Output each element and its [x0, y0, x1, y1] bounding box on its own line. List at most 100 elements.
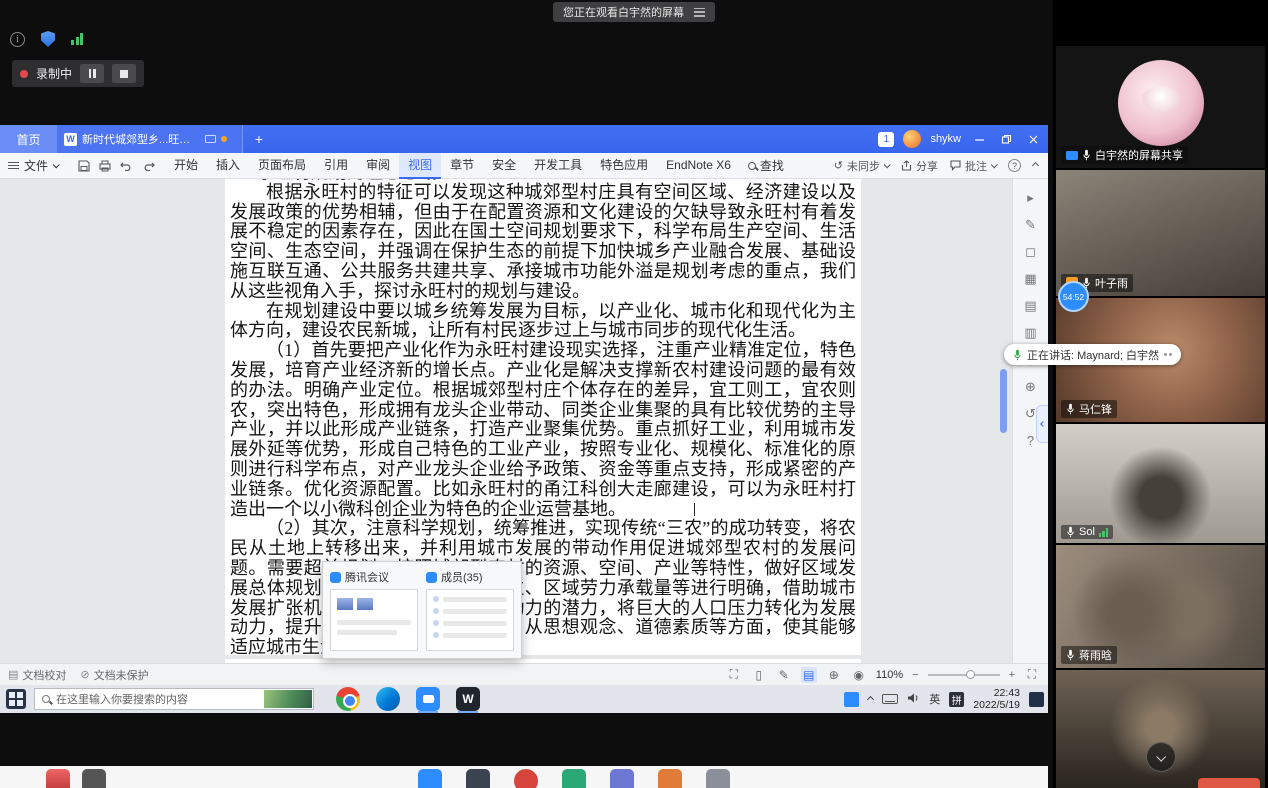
meeting-preview-thumbnail[interactable]: [330, 589, 418, 651]
help-button[interactable]: ?: [1008, 159, 1021, 172]
ribbon-tab-section[interactable]: 章节: [441, 153, 483, 179]
zoom-out-button[interactable]: −: [912, 669, 918, 681]
collapse-ribbon-icon[interactable]: [1032, 162, 1039, 169]
eye-protect-icon[interactable]: ◉: [851, 667, 867, 683]
collapse-videos-button[interactable]: [1146, 742, 1176, 772]
protect-status[interactable]: ⊘文档未保护: [80, 667, 148, 683]
toolbar-share-icon[interactable]: [562, 769, 586, 788]
sync-button[interactable]: ↺ 未同步: [834, 158, 889, 174]
wps-titlebar-right: 1 shykw: [878, 130, 1048, 148]
document-page[interactable]: 4.1 永旺村规划的理念思路 根据永旺村的特征可以发现这种城郊型村庄具有空间区域…: [225, 179, 861, 655]
banner-menu-icon[interactable]: [694, 8, 705, 17]
notification-icon[interactable]: [1029, 692, 1044, 707]
members-preview-thumbnail[interactable]: [426, 589, 514, 651]
toolbar-settings-icon[interactable]: [706, 769, 730, 788]
table-tool-icon[interactable]: ▤: [1024, 299, 1036, 313]
volume-icon[interactable]: [907, 692, 920, 707]
account-name[interactable]: shykw: [930, 133, 961, 145]
ribbon-tab-endnote[interactable]: EndNote X6: [657, 153, 740, 179]
pen-tool-icon[interactable]: ✎: [1025, 218, 1036, 232]
meeting-app-icon[interactable]: [416, 687, 440, 711]
meeting-info-icon[interactable]: i: [10, 32, 25, 47]
taskbar-search[interactable]: 在这里输入你要搜索的内容: [34, 688, 314, 710]
taskbar-clock[interactable]: 22:43 2022/5/19: [973, 687, 1020, 711]
insert-tool-icon[interactable]: ⊕: [1025, 380, 1036, 394]
ribbon-tab-security[interactable]: 安全: [483, 153, 525, 179]
video-feed-participant[interactable]: Sol: [1056, 424, 1265, 543]
wps-app-icon[interactable]: W: [456, 687, 480, 711]
page-view-icon[interactable]: ▤: [801, 667, 817, 683]
preview-meeting-window[interactable]: 腾讯会议: [330, 569, 418, 651]
wps-close-icon[interactable]: [1024, 130, 1042, 148]
read-layout-icon[interactable]: ▯: [751, 667, 767, 683]
tray-app-icon[interactable]: [844, 692, 859, 707]
toolbar-record-icon[interactable]: [514, 769, 538, 788]
end-meeting-button[interactable]: [1198, 778, 1260, 788]
account-avatar[interactable]: [903, 130, 921, 148]
zoom-slider-knob[interactable]: [966, 670, 975, 679]
security-shield-icon[interactable]: [41, 31, 55, 47]
toolbar-camera-icon[interactable]: [466, 769, 490, 788]
scrollbar-thumb[interactable]: [1000, 369, 1007, 433]
wps-minimize-icon[interactable]: [970, 130, 988, 148]
ribbon-tab-pagelayout[interactable]: 页面布局: [249, 153, 315, 179]
ink-view-icon[interactable]: ✎: [776, 667, 792, 683]
toolbar-tool-icon[interactable]: [82, 769, 106, 788]
fit-window-icon[interactable]: ⛶: [1024, 667, 1040, 683]
chrome-icon[interactable]: [336, 687, 360, 711]
stop-recording-button[interactable]: [112, 64, 136, 83]
zoom-value[interactable]: 110%: [876, 669, 903, 681]
wps-restore-icon[interactable]: [997, 130, 1015, 148]
web-view-icon[interactable]: ⊕: [826, 667, 842, 683]
keyboard-icon[interactable]: [882, 694, 898, 704]
toolbar-chat-icon[interactable]: [658, 769, 682, 788]
chart-tool-icon[interactable]: ▥: [1024, 326, 1036, 340]
preview-members-window[interactable]: 成员(35): [426, 569, 514, 651]
video-feed-participant[interactable]: 蒋雨晗: [1056, 545, 1265, 668]
video-feed-participant[interactable]: 叶子雨: [1056, 170, 1265, 296]
ribbon-tab-references[interactable]: 引用: [315, 153, 357, 179]
shape-tool-icon[interactable]: ◻: [1025, 245, 1036, 259]
zoom-slider[interactable]: [928, 674, 1000, 676]
ribbon-tab-review[interactable]: 审阅: [357, 153, 399, 179]
find-button[interactable]: 查找: [740, 157, 792, 174]
undo-icon[interactable]: [120, 160, 133, 171]
toolbar-members-icon[interactable]: [610, 769, 634, 788]
grid-tool-icon[interactable]: ▦: [1024, 272, 1036, 286]
history-tool-icon[interactable]: ↺: [1025, 407, 1036, 421]
ribbon-tab-devtools[interactable]: 开发工具: [525, 153, 591, 179]
window-count-badge[interactable]: 1: [878, 132, 894, 147]
network-signal-icon[interactable]: [71, 33, 83, 45]
fullscreen-view-icon[interactable]: ⛶: [726, 667, 742, 683]
ribbon-tab-start[interactable]: 开始: [165, 153, 207, 179]
video-feed-screen-sharer[interactable]: 白宇然的屏幕共享: [1056, 46, 1265, 168]
tray-expand-icon[interactable]: [867, 695, 874, 702]
tab-document[interactable]: W 新时代城郊型乡...旺村为例(1): [57, 125, 243, 153]
help-tool-icon[interactable]: ?: [1027, 434, 1034, 448]
comment-button[interactable]: 批注: [950, 158, 996, 174]
toolbar-mic-icon[interactable]: [418, 769, 442, 788]
print-icon[interactable]: [99, 160, 111, 172]
toolbar-brush-icon[interactable]: [46, 769, 70, 788]
select-tool-icon[interactable]: ▸: [1027, 191, 1034, 205]
pause-recording-button[interactable]: [80, 64, 104, 83]
ribbon-tab-insert[interactable]: 插入: [207, 153, 249, 179]
edge-icon[interactable]: [376, 687, 400, 711]
start-button[interactable]: [6, 689, 26, 709]
sidebar-collapse-tab[interactable]: [1036, 405, 1048, 443]
language-indicator[interactable]: 英: [929, 691, 940, 707]
file-menu[interactable]: 文件: [8, 157, 68, 174]
search-highlight-image[interactable]: [264, 690, 312, 708]
ribbon-tab-view[interactable]: 视图: [399, 153, 441, 179]
new-tab-button[interactable]: +: [249, 129, 269, 149]
timer-badge[interactable]: 54:52: [1058, 281, 1089, 312]
proofread-status[interactable]: ▤文档校对: [8, 667, 66, 683]
share-button[interactable]: 分享: [901, 158, 938, 174]
ribbon-tab-special[interactable]: 特色应用: [591, 153, 657, 179]
save-icon[interactable]: [78, 160, 90, 172]
zoom-in-button[interactable]: +: [1009, 669, 1015, 681]
tab-home[interactable]: 首页: [0, 125, 57, 153]
video-feed-participant[interactable]: [1056, 670, 1265, 788]
ime-indicator[interactable]: 拼: [949, 692, 964, 707]
redo-icon[interactable]: [142, 160, 155, 171]
